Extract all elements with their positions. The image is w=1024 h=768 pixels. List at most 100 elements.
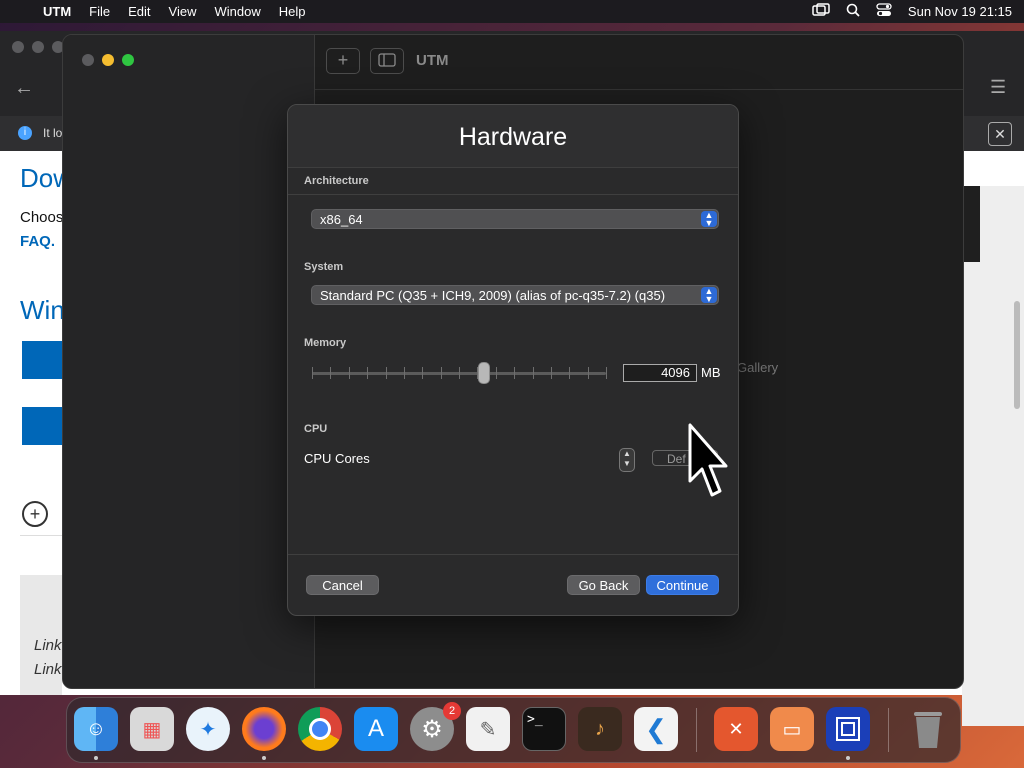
menu-app-name[interactable]: UTM bbox=[34, 4, 80, 19]
remote-desktop-icon[interactable]: ✕ bbox=[714, 707, 758, 751]
chevron-up-down-icon: ▲ ▼ bbox=[701, 211, 717, 228]
back-arrow-icon[interactable]: ← bbox=[14, 77, 34, 100]
plus-circle-icon[interactable]: + bbox=[22, 501, 48, 527]
toggle-sidebar-button[interactable] bbox=[370, 48, 404, 74]
running-indicator bbox=[94, 756, 98, 760]
download-button-2[interactable] bbox=[22, 407, 62, 445]
memory-label: Memory bbox=[304, 337, 347, 349]
memory-unit: MB bbox=[701, 365, 721, 380]
running-indicator bbox=[262, 756, 266, 760]
chrome-icon[interactable] bbox=[298, 707, 342, 751]
menu-help[interactable]: Help bbox=[270, 4, 315, 19]
page-text: Choos bbox=[20, 209, 64, 226]
running-indicator bbox=[846, 756, 850, 760]
slider-tick bbox=[367, 367, 368, 379]
cancel-button[interactable]: Cancel bbox=[306, 575, 379, 595]
cpu-cores-label: CPU Cores bbox=[304, 451, 370, 466]
utm-icon[interactable] bbox=[826, 707, 870, 751]
slider-tick bbox=[422, 367, 423, 379]
menu-icon[interactable]: ☰ bbox=[990, 77, 1006, 98]
architecture-label: Architecture bbox=[304, 175, 369, 187]
slider-tick bbox=[312, 367, 313, 379]
download-button-1[interactable] bbox=[22, 341, 62, 379]
slider-tick bbox=[459, 367, 460, 379]
architecture-select[interactable]: x86_64 ▲ ▼ bbox=[311, 209, 719, 229]
textedit-icon[interactable]: ✎ bbox=[466, 707, 510, 751]
launchpad-icon[interactable]: ▦ bbox=[130, 707, 174, 751]
slider-tick bbox=[569, 367, 570, 379]
menu-file[interactable]: File bbox=[80, 4, 119, 19]
utm-sidebar bbox=[63, 35, 315, 688]
menu-edit[interactable]: Edit bbox=[119, 4, 159, 19]
dialog-header: Hardware bbox=[288, 105, 738, 168]
cpu-section-label: CPU bbox=[304, 423, 328, 435]
gallery-hint: Gallery bbox=[737, 360, 779, 375]
cpu-cores-stepper[interactable]: ▲ ▼ bbox=[619, 448, 635, 472]
slider-tick bbox=[330, 367, 331, 379]
memory-slider-knob[interactable] bbox=[478, 362, 490, 384]
garageband-icon[interactable]: ♪ bbox=[578, 707, 622, 751]
add-vm-button[interactable]: + bbox=[326, 48, 360, 74]
slider-tick bbox=[551, 367, 552, 379]
browser-minimize-button[interactable] bbox=[32, 41, 44, 53]
menu-bar-clock[interactable]: Sun Nov 19 21:15 bbox=[908, 4, 1012, 19]
section-divider bbox=[288, 194, 738, 195]
slider-tick bbox=[349, 367, 350, 379]
window-close-button[interactable] bbox=[82, 54, 94, 66]
chevron-up-down-icon: ▲ ▼ bbox=[701, 287, 717, 304]
menu-bar: UTM File Edit View Window Help Sun Nov 1… bbox=[0, 0, 1024, 23]
divider bbox=[20, 535, 62, 536]
link-1[interactable]: Link bbox=[34, 637, 62, 654]
system-label: System bbox=[304, 261, 344, 273]
slider-tick bbox=[386, 367, 387, 379]
trash-icon[interactable] bbox=[906, 707, 950, 751]
screen-mirroring-icon[interactable] bbox=[812, 3, 830, 20]
hardware-dialog: Hardware Architecture x86_64 ▲ ▼ System S… bbox=[287, 104, 739, 616]
slider-tick bbox=[514, 367, 515, 379]
window-minimize-button[interactable] bbox=[102, 54, 114, 66]
screen-sharing-icon[interactable]: ▭ bbox=[770, 707, 814, 751]
firefox-icon[interactable] bbox=[242, 707, 286, 751]
slider-tick bbox=[404, 367, 405, 379]
dock-separator bbox=[888, 708, 889, 752]
safari-icon[interactable]: ✦ bbox=[186, 707, 230, 751]
menu-bar-status: Sun Nov 19 21:15 bbox=[812, 0, 1012, 23]
architecture-value: x86_64 bbox=[320, 212, 363, 227]
menu-view[interactable]: View bbox=[160, 4, 206, 19]
window-zoom-button[interactable] bbox=[122, 54, 134, 66]
system-select[interactable]: Standard PC (Q35 + ICH9, 2009) (alias of… bbox=[311, 285, 719, 305]
utm-window-title: UTM bbox=[416, 52, 449, 69]
go-back-button[interactable]: Go Back bbox=[567, 575, 640, 595]
browser-right-margin bbox=[962, 186, 1024, 726]
app-store-icon[interactable]: A bbox=[354, 707, 398, 751]
terminal-icon[interactable]: >_ bbox=[522, 707, 566, 751]
dock-separator bbox=[696, 708, 697, 752]
slider-tick bbox=[588, 367, 589, 379]
mouse-pointer-icon bbox=[688, 423, 730, 504]
slider-tick bbox=[441, 367, 442, 379]
finder-icon[interactable]: ☺ bbox=[74, 707, 118, 751]
info-bar-text: It lo bbox=[43, 126, 63, 140]
browser-close-button[interactable] bbox=[12, 41, 24, 53]
control-center-icon[interactable] bbox=[876, 3, 892, 20]
dialog-title: Hardware bbox=[458, 123, 568, 151]
slider-tick bbox=[606, 367, 607, 379]
notification-badge: 2 bbox=[443, 702, 461, 720]
system-value: Standard PC (Q35 + ICH9, 2009) (alias of… bbox=[320, 288, 666, 303]
footer-divider bbox=[288, 554, 738, 555]
search-icon[interactable] bbox=[846, 3, 860, 20]
faq-link[interactable]: FAQ. bbox=[20, 233, 55, 250]
slider-tick bbox=[533, 367, 534, 379]
menu-window[interactable]: Window bbox=[205, 4, 269, 19]
windows-heading: Win bbox=[20, 295, 65, 325]
vscode-icon[interactable]: ❮ bbox=[634, 707, 678, 751]
scrollbar-thumb[interactable] bbox=[1014, 301, 1020, 409]
continue-button[interactable]: Continue bbox=[646, 575, 719, 595]
utm-toolbar bbox=[315, 35, 963, 90]
slider-tick bbox=[496, 367, 497, 379]
dock: ☺ ▦ ✦ A ⚙ 2 ✎ >_ ♪ ❮ ✕ ▭ bbox=[66, 697, 961, 763]
link-2[interactable]: Link bbox=[34, 661, 62, 678]
close-icon[interactable]: ✕ bbox=[988, 122, 1012, 146]
laptop-image bbox=[962, 186, 980, 262]
memory-input[interactable]: 4096 bbox=[623, 364, 697, 382]
